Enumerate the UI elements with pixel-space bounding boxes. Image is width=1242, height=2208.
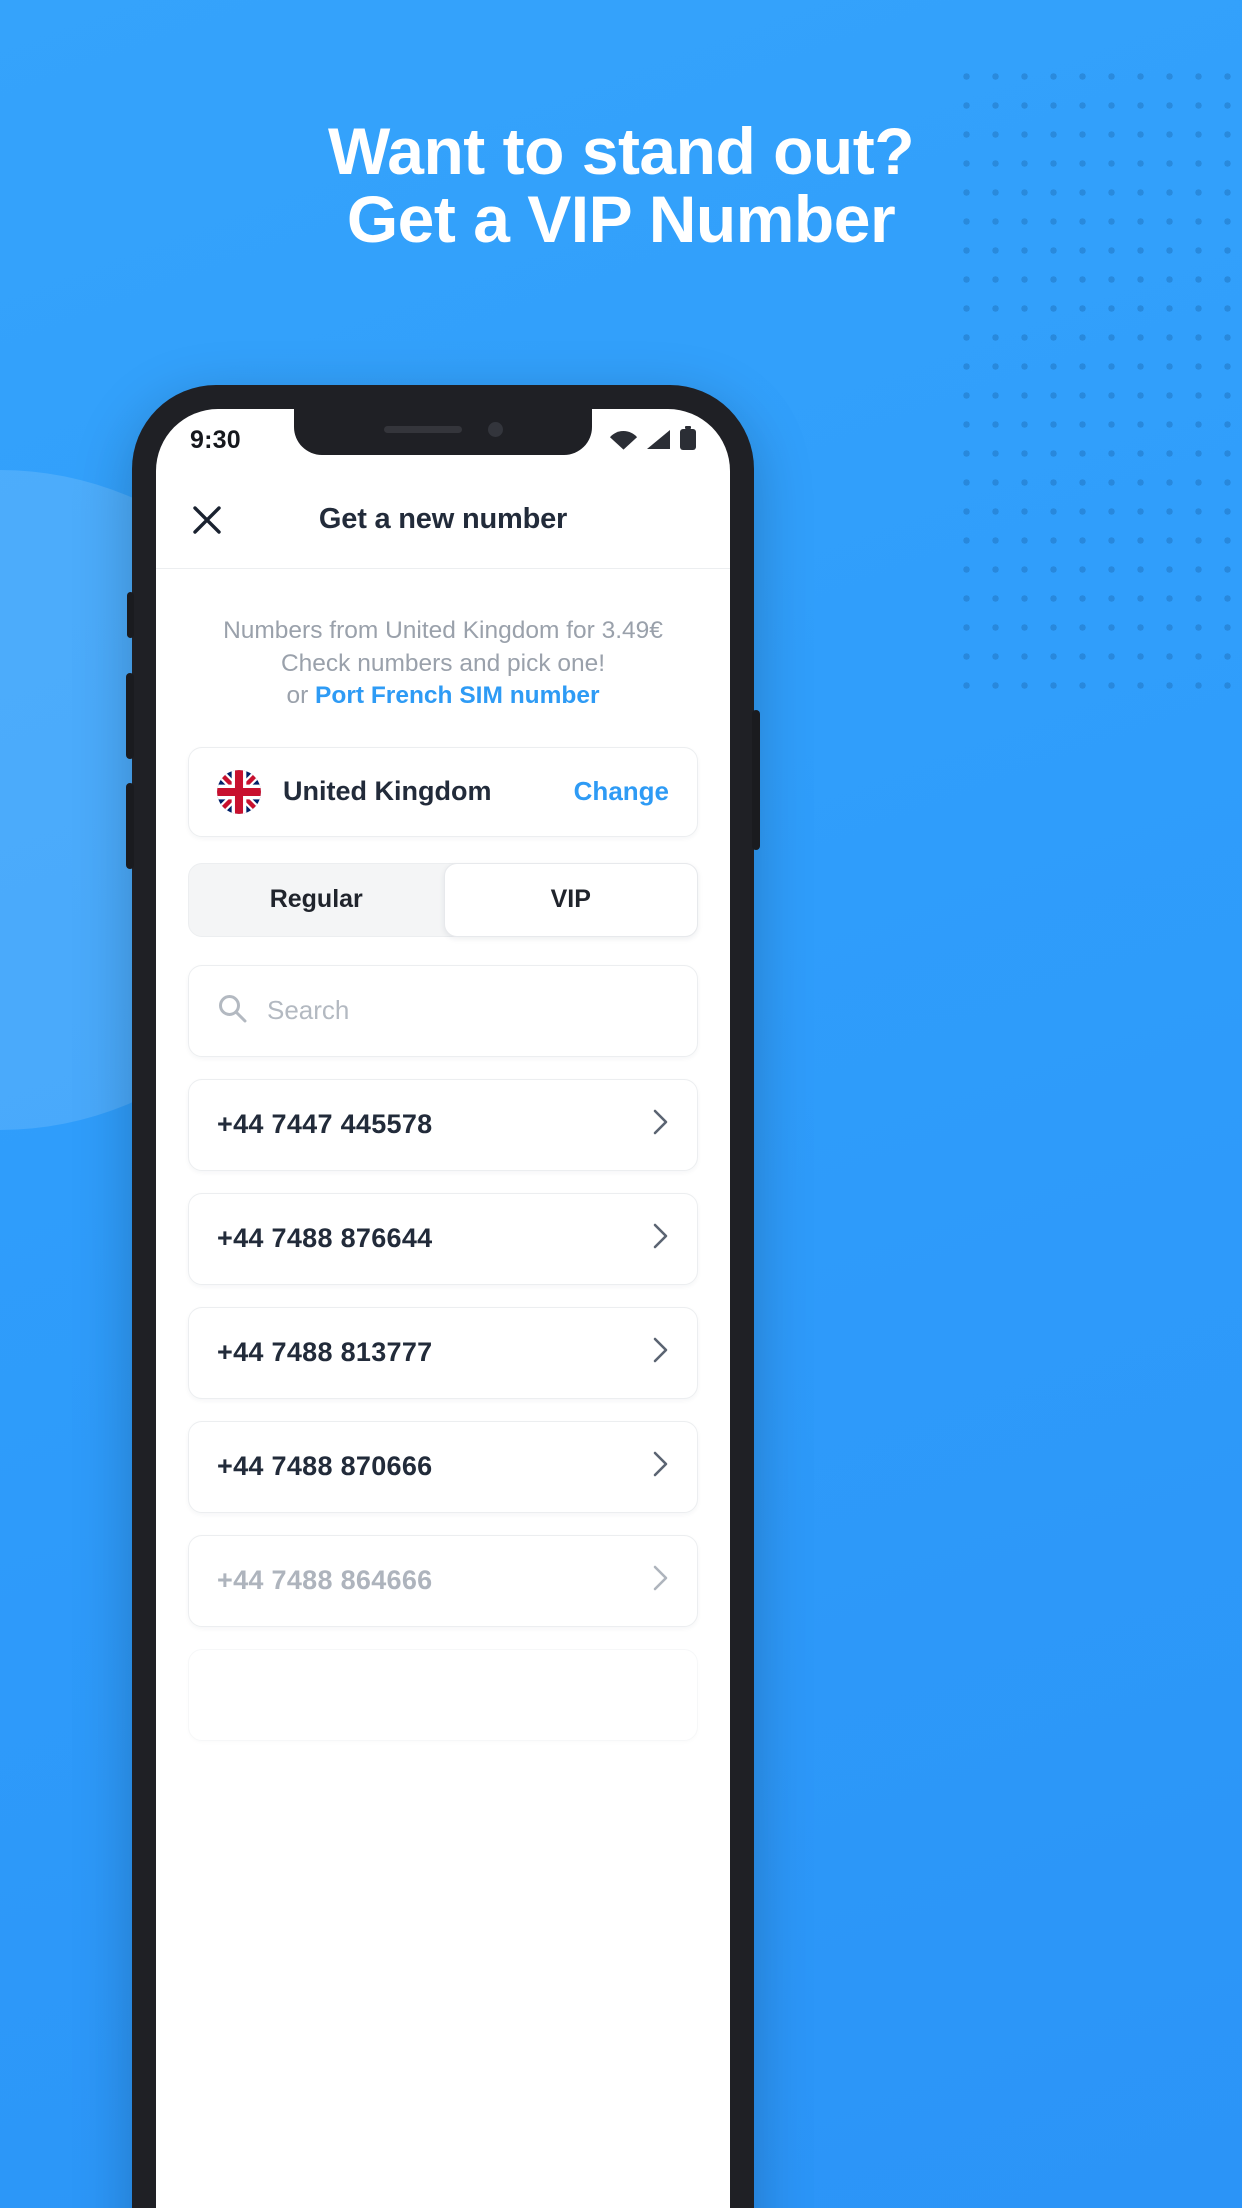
port-sim-link[interactable]: Port French SIM number — [315, 682, 600, 709]
phone-screen: 9:30 Get a new number Numbers from Unite… — [156, 409, 730, 2208]
status-bar-icons — [610, 425, 696, 455]
port-sim-row: or Port French SIM number — [188, 680, 698, 713]
or-label: or — [286, 682, 316, 710]
phone-notch — [294, 409, 592, 455]
number-type-toggle: Regular VIP — [188, 862, 698, 937]
number-list-item[interactable] — [188, 1648, 698, 1741]
chevron-right-icon — [653, 1337, 669, 1368]
number-value: +44 7488 870666 — [217, 1451, 433, 1482]
status-bar-time: 9:30 — [190, 425, 241, 454]
phone-volume-up-button — [126, 673, 134, 759]
search-field[interactable] — [188, 964, 698, 1057]
app-body: Numbers from United Kingdom for 3.49€ Ch… — [156, 615, 730, 1741]
search-icon — [217, 993, 247, 1028]
chevron-right-icon — [653, 1451, 669, 1482]
number-list-item[interactable]: +44 7447 445578 — [188, 1078, 698, 1171]
wifi-icon — [610, 429, 637, 455]
number-list-item[interactable]: +44 7488 813777 — [188, 1306, 698, 1399]
description-line-2: Check numbers and pick one! — [280, 649, 606, 677]
number-list-item[interactable]: +44 7488 870666 — [188, 1420, 698, 1513]
change-country-button[interactable]: Change — [574, 776, 669, 807]
search-input[interactable] — [267, 995, 669, 1027]
promo-headline: Want to stand out? Get a VIP Number — [0, 114, 1242, 256]
number-value: +44 7488 876644 — [217, 1223, 433, 1254]
number-value: +44 7447 445578 — [217, 1109, 433, 1140]
phone-volume-down-button — [126, 783, 134, 869]
app-header: Get a new number — [156, 471, 730, 569]
number-list-item[interactable]: +44 7488 876644 — [188, 1192, 698, 1285]
description-block: Numbers from United Kingdom for 3.49€ Ch… — [188, 615, 698, 713]
battery-icon — [680, 425, 696, 455]
number-value: +44 7488 864666 — [217, 1565, 433, 1596]
front-camera-icon — [487, 421, 503, 437]
number-list-item[interactable]: +44 7488 864666 — [188, 1534, 698, 1627]
cellular-signal-icon — [646, 429, 671, 455]
earpiece-speaker-icon — [383, 425, 462, 433]
close-icon[interactable] — [184, 497, 230, 543]
chevron-right-icon — [653, 1223, 669, 1254]
tab-vip[interactable]: VIP — [443, 862, 698, 937]
description-line-1: Numbers from United Kingdom for 3.49€ — [223, 617, 663, 644]
phone-power-button — [752, 710, 760, 850]
page-title: Get a new number — [318, 503, 568, 535]
headline-line-1: Want to stand out? — [327, 114, 915, 188]
phone-mute-switch — [127, 592, 134, 638]
chevron-right-icon — [653, 1565, 669, 1596]
number-value: +44 7488 813777 — [217, 1337, 433, 1368]
uk-flag-icon — [217, 769, 261, 814]
headline-line-2: Get a VIP Number — [346, 181, 896, 256]
phone-mockup: 9:30 Get a new number Numbers from Unite… — [126, 385, 760, 2208]
country-selector-row[interactable]: United Kingdom Change — [188, 746, 698, 837]
promo-banner: Want to stand out? Get a VIP Number 9:30 — [0, 0, 1242, 2208]
tab-regular[interactable]: Regular — [189, 864, 444, 936]
chevron-right-icon — [653, 1109, 669, 1140]
country-name-label: United Kingdom — [283, 776, 492, 807]
